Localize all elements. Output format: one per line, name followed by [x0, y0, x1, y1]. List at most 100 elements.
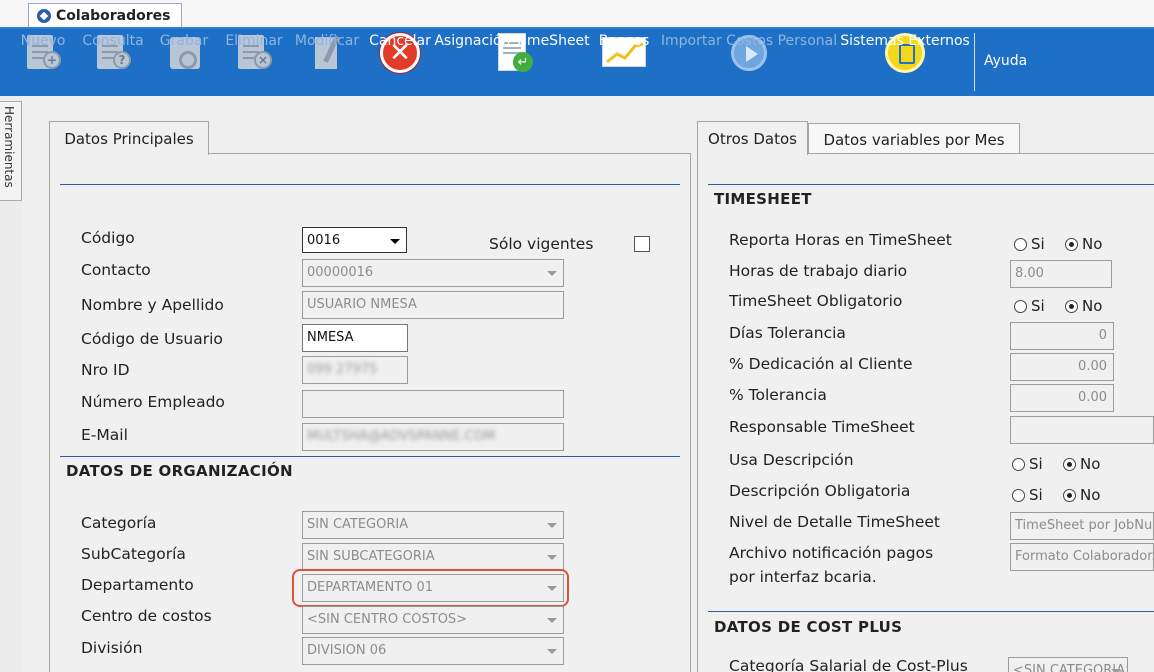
departamento-label: Departamento — [81, 576, 194, 594]
dias-tolerancia-field[interactable]: 0 — [1010, 322, 1114, 350]
contacto-value: 00000016 — [307, 265, 374, 280]
grabar-button[interactable]: Grabar — [160, 29, 208, 95]
cost-plus-title: DATOS DE COST PLUS — [714, 618, 903, 636]
herramientas-label: Herramientas — [2, 106, 16, 188]
ayuda-link[interactable]: Ayuda — [984, 53, 1027, 69]
colaboradores-icon — [37, 9, 51, 23]
cancelar-button[interactable]: ✕ Cancelar — [369, 29, 431, 95]
descripcion-obligatoria-label: Descripción Obligatoria — [729, 482, 911, 500]
nro-id-label: Nro ID — [81, 361, 130, 379]
obligatorio-si-radio[interactable]: Si — [1014, 297, 1045, 315]
division-label: División — [81, 639, 143, 657]
section-divider — [708, 611, 1154, 612]
tab-datos-variables-label: Datos variables por Mes — [823, 130, 1005, 149]
nuevo-button[interactable]: + Nuevo — [20, 29, 66, 95]
nro-id-field[interactable]: 099 27975 — [302, 356, 408, 384]
reporta-horas-no-radio[interactable]: No — [1065, 235, 1102, 253]
dias-tolerancia-label: Días Tolerancia — [729, 324, 846, 342]
tab-datos-principales-label: Datos Principales — [64, 129, 194, 148]
nombre-field[interactable]: USUARIO NMESA — [302, 291, 564, 319]
solo-vigentes-checkbox[interactable] — [634, 236, 650, 252]
importar-costos-button[interactable]: Importar Costos Personal — [661, 29, 837, 95]
archivo-label-line1: Archivo notificación pagos — [729, 544, 934, 562]
tab-datos-principales[interactable]: Datos Principales — [49, 121, 209, 155]
categoria-label: Categoría — [81, 514, 157, 532]
section-divider — [60, 456, 680, 457]
sistemas-externos-label: Sistemas Externos — [840, 33, 970, 49]
archivo-label-line2: por interfaz bcaria. — [729, 568, 877, 586]
consulta-button[interactable]: ? Consulta — [82, 29, 144, 95]
nivel-detalle-combo[interactable]: TimeSheet por JobNumber — [1010, 512, 1154, 540]
contacto-combo[interactable]: 00000016 — [302, 259, 564, 287]
chevron-down-icon — [547, 523, 557, 528]
datos-organizacion-title: DATOS DE ORGANIZACIÓN — [66, 462, 293, 480]
tab-datos-variables[interactable]: Datos variables por Mes — [808, 123, 1020, 155]
categoria-salarial-combo[interactable]: <SIN CATEGORIA> — [1008, 657, 1128, 672]
codigo-usuario-label: Código de Usuario — [81, 330, 223, 348]
usa-descripcion-no-radio[interactable]: No — [1063, 455, 1100, 473]
modificar-button[interactable]: Modificar — [294, 29, 360, 95]
archivo-combo[interactable]: Formato Colaborador. — [1010, 543, 1154, 571]
centro-costos-label: Centro de costos — [81, 607, 212, 625]
chevron-down-icon — [547, 555, 557, 560]
eliminar-button[interactable]: × Eliminar — [225, 29, 283, 95]
timesheet-title: TIMESHEET — [714, 190, 812, 208]
toolbar-separator — [974, 33, 975, 91]
division-value: DIVISION 06 — [307, 643, 387, 658]
herramientas-side-tab[interactable]: Herramientas — [0, 101, 22, 201]
email-label: E-Mail — [81, 426, 128, 444]
tolerancia-label: % Tolerancia — [729, 386, 827, 404]
eliminar-label: Eliminar — [225, 33, 283, 49]
cancelar-label: Cancelar — [369, 33, 431, 49]
departamento-highlight — [292, 569, 569, 607]
colaboradores-tab[interactable]: Colaboradores — [28, 3, 182, 28]
subcategoria-combo[interactable]: SIN SUBCATEGORIA — [302, 543, 564, 571]
tab-otros-datos[interactable]: Otros Datos — [697, 121, 808, 155]
timesheet-obligatorio-label: TimeSheet Obligatorio — [729, 292, 903, 310]
obligatorio-no-radio[interactable]: No — [1065, 297, 1102, 315]
dedicacion-field[interactable]: 0.00 — [1010, 353, 1114, 381]
tolerancia-field[interactable]: 0.00 — [1010, 384, 1114, 412]
bancos-button[interactable]: Bancos — [598, 29, 650, 95]
subcategoria-value: SIN SUBCATEGORIA — [307, 549, 435, 564]
bancos-label: Bancos — [598, 33, 650, 49]
nro-id-value: 099 27975 — [307, 362, 378, 377]
dedicacion-label: % Dedicación al Cliente — [729, 355, 913, 373]
usa-descripcion-si-radio[interactable]: Si — [1012, 455, 1043, 473]
asignacion-timesheet-button[interactable]: Asignación TimeSheet — [434, 29, 590, 95]
descripcion-obligatoria-si-radio[interactable]: Si — [1012, 486, 1043, 504]
modificar-label: Modificar — [294, 33, 360, 49]
centro-costos-value: <SIN CENTRO COSTOS> — [307, 612, 468, 627]
categoria-salarial-label: Categoría Salarial de Cost-Plus — [729, 657, 968, 672]
section-divider — [708, 184, 1154, 185]
descripcion-obligatoria-no-radio[interactable]: No — [1063, 486, 1100, 504]
chevron-down-icon — [547, 271, 557, 276]
codigo-label: Código — [81, 229, 135, 247]
section-divider — [60, 184, 680, 185]
reporta-horas-si-radio[interactable]: Si — [1014, 235, 1045, 253]
document-tab-strip: Colaboradores — [0, 0, 1154, 28]
toolbar: + Nuevo ? Consulta Grabar × Eliminar Mod… — [0, 27, 1154, 96]
importar-costos-label: Importar Costos Personal — [660, 33, 838, 49]
nuevo-label: Nuevo — [20, 33, 66, 49]
centro-costos-combo[interactable]: <SIN CENTRO COSTOS> — [302, 606, 564, 634]
nombre-label: Nombre y Apellido — [81, 296, 224, 314]
division-combo[interactable]: DIVISION 06 — [302, 637, 564, 665]
sistemas-externos-button[interactable]: Sistemas Externos — [840, 29, 970, 95]
subcategoria-label: SubCategoría — [81, 545, 186, 563]
responsable-field[interactable] — [1010, 416, 1154, 444]
chevron-down-icon — [547, 649, 557, 654]
nivel-detalle-label: Nivel de Detalle TimeSheet — [729, 513, 941, 531]
codigo-value: 0016 — [307, 233, 341, 248]
email-field[interactable]: MULTSHA@ADVSPANNE.COM — [302, 423, 564, 451]
categoria-combo[interactable]: SIN CATEGORIA — [302, 511, 564, 539]
codigo-combo[interactable]: 0016 — [302, 227, 407, 253]
contacto-label: Contacto — [81, 261, 151, 279]
horas-diario-label: Horas de trabajo diario — [729, 262, 908, 280]
asignacion-timesheet-label: Asignación TimeSheet — [434, 33, 590, 49]
codigo-usuario-field[interactable]: NMESA — [302, 324, 408, 352]
numero-empleado-field[interactable] — [302, 390, 564, 418]
horas-diario-field[interactable]: 8.00 — [1010, 260, 1112, 288]
reporta-horas-label: Reporta Horas en TimeSheet — [729, 231, 952, 249]
grabar-label: Grabar — [159, 33, 209, 49]
